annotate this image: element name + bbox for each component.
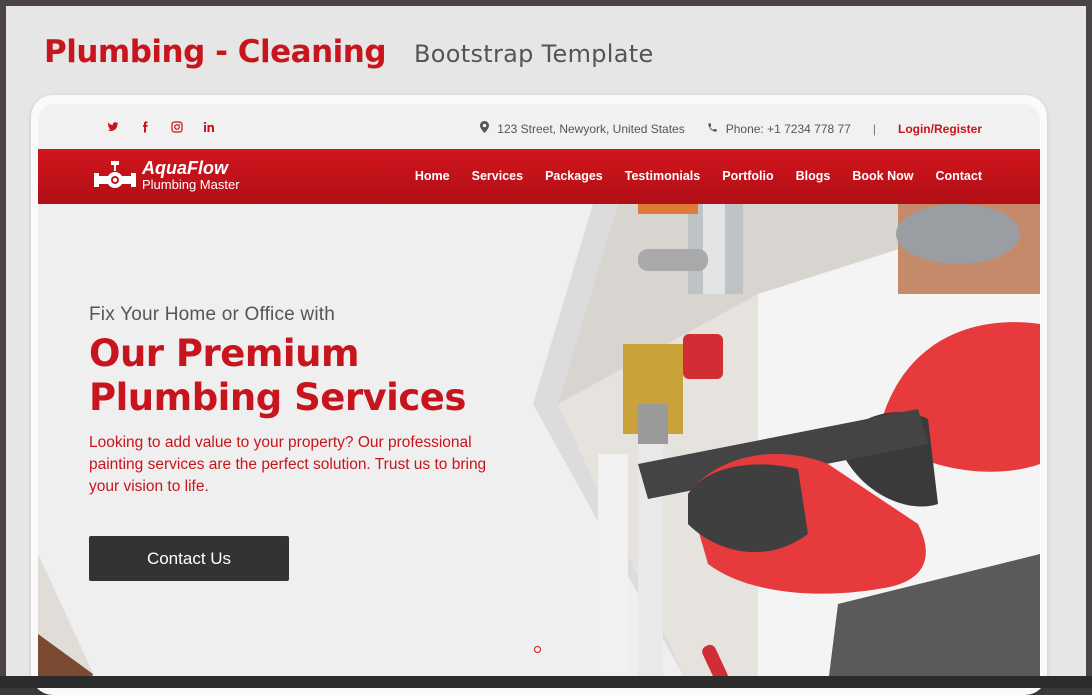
twitter-icon[interactable] xyxy=(106,121,120,135)
brand-logo[interactable]: AquaFlow Plumbing Master xyxy=(94,159,240,193)
carousel-indicators xyxy=(534,646,562,653)
nav-item-blogs[interactable]: Blogs xyxy=(796,169,831,183)
nav-item-home[interactable]: Home xyxy=(415,169,450,183)
address-text: 123 Street, Newyork, United States xyxy=(497,121,685,136)
linkedin-icon[interactable] xyxy=(202,121,216,135)
hero-text-block: Fix Your Home or Office with Our Premium… xyxy=(89,304,559,498)
preview-subtitle: Bootstrap Template xyxy=(414,40,654,68)
phone-icon xyxy=(707,122,718,136)
nav-menu: Home Services Packages Testimonials Port… xyxy=(415,169,982,183)
top-bar: 123 Street, Newyork, United States Phone… xyxy=(38,104,1040,149)
carousel-dot-2[interactable] xyxy=(555,646,562,653)
pipe-valve-icon xyxy=(94,161,136,188)
brand-name: AquaFlow xyxy=(142,158,228,178)
carousel-dot-1[interactable] xyxy=(534,646,541,653)
nav-item-packages[interactable]: Packages xyxy=(545,169,603,183)
website-preview: 123 Street, Newyork, United States Phone… xyxy=(38,104,1040,684)
preview-header: Plumbing - Cleaning Bootstrap Template xyxy=(44,34,654,84)
nav-item-book-now[interactable]: Book Now xyxy=(852,169,913,183)
instagram-icon[interactable] xyxy=(170,121,184,135)
social-links xyxy=(106,121,216,135)
main-navbar: AquaFlow Plumbing Master Home Services P… xyxy=(38,149,1040,204)
underlying-page-strip xyxy=(0,676,1092,688)
hero-headline-line1: Our Premium xyxy=(89,332,360,375)
contact-us-button[interactable]: Contact Us xyxy=(89,536,289,581)
nav-item-services[interactable]: Services xyxy=(472,169,523,183)
brand-tagline: Plumbing Master xyxy=(142,177,240,192)
hero-lead: Looking to add value to your property? O… xyxy=(89,434,487,495)
hero-headline-line2: Plumbing Services xyxy=(89,376,466,419)
login-register-link[interactable]: Login/Register xyxy=(898,122,982,136)
hero-kicker: Fix Your Home or Office with xyxy=(89,304,336,325)
phone-text: Phone: +1 7234 778 77 xyxy=(725,121,851,136)
hero-section: Fix Your Home or Office with Our Premium… xyxy=(38,204,1040,684)
contact-info: 123 Street, Newyork, United States Phone… xyxy=(480,121,982,136)
map-pin-icon xyxy=(480,121,490,136)
nav-item-testimonials[interactable]: Testimonials xyxy=(625,169,700,183)
hero-headline: Our Premium Plumbing Services xyxy=(89,332,559,420)
nav-item-contact[interactable]: Contact xyxy=(935,169,982,183)
nav-item-portfolio[interactable]: Portfolio xyxy=(722,169,773,183)
preview-title: Plumbing - Cleaning xyxy=(44,34,387,70)
facebook-icon[interactable] xyxy=(138,121,152,135)
divider: | xyxy=(872,121,876,136)
